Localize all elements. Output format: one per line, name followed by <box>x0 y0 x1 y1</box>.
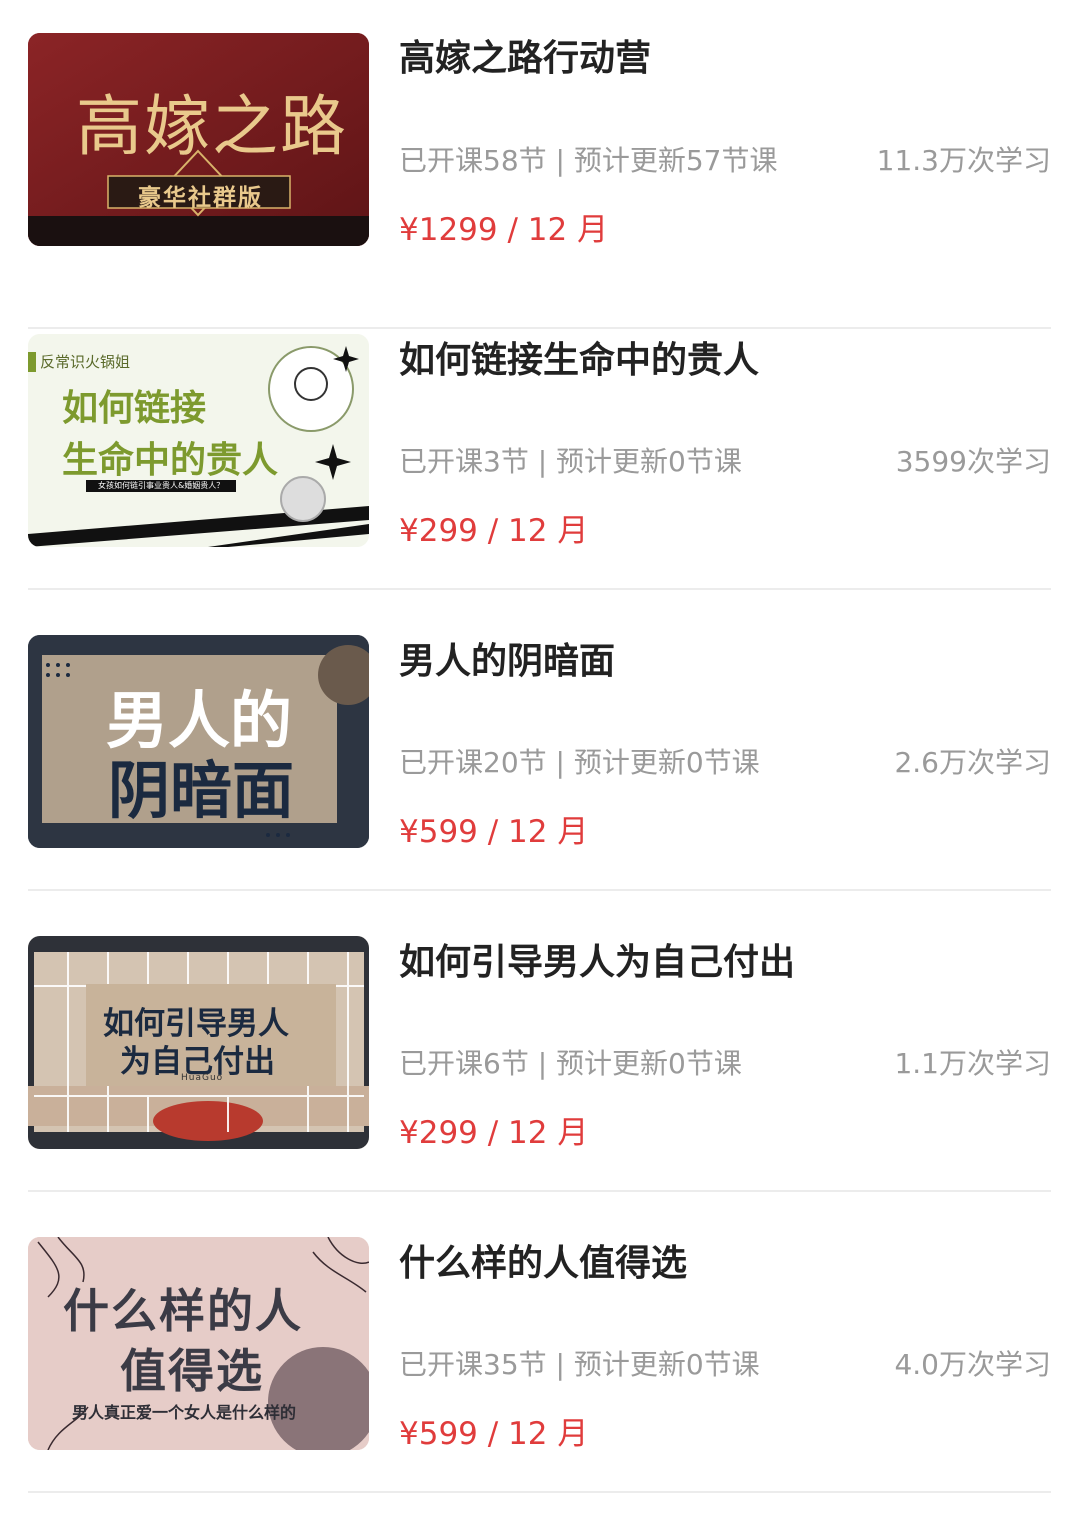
course-lesson-info: 已开课3节 | 预计更新0节课 <box>399 445 742 478</box>
course-item[interactable]: 反常识火锅姐 如何链接 生命中的贵人 女孩如何链引事业贵人&婚姻贵人？ 如何链接… <box>28 289 1051 590</box>
course-lesson-info: 已开课35节 | 预计更新0节课 <box>399 1348 760 1381</box>
course-thumbnail[interactable]: 反常识火锅姐 如何链接 生命中的贵人 女孩如何链引事业贵人&婚姻贵人？ <box>28 334 369 547</box>
course-thumbnail[interactable]: 男人的 阴暗面 <box>28 635 369 848</box>
course-price: ¥599 / 12 月 <box>399 1416 589 1452</box>
course-lesson-info: 已开课20节 | 预计更新0节课 <box>399 746 760 779</box>
course-thumbnail[interactable]: 什么样的人 值得选 男人真正爱一个女人是什么样的 <box>28 1237 369 1450</box>
thumbnail-subtitle: 值得选 <box>120 1344 264 1398</box>
course-item[interactable]: 如何引导男人 为自己付出 HuaGuo 如何引导男人为自己付出 已开课6节 | … <box>28 891 1051 1192</box>
thumbnail-subtitle: 阴暗面 <box>108 754 295 827</box>
course-learn-count: 1.1万次学习 <box>894 1047 1051 1080</box>
thumbnail-title: 什么样的人 <box>63 1284 303 1338</box>
divider <box>28 1491 1051 1493</box>
thumbnail-caption: HuaGuo <box>181 1073 224 1083</box>
course-price: ¥1299 / 12 月 <box>399 212 609 248</box>
course-title[interactable]: 什么样的人值得选 <box>399 1240 687 1288</box>
course-lesson-info: 已开课6节 | 预计更新0节课 <box>399 1047 742 1080</box>
thumbnail-subtitle: 生命中的贵人 <box>62 440 279 481</box>
thumbnail-tag: 反常识火锅姐 <box>40 353 131 371</box>
course-thumbnail[interactable]: 高嫁之路 豪华社群版 <box>28 33 369 246</box>
thumbnail-badge: 豪华社群版 <box>138 185 263 211</box>
course-learn-count: 11.3万次学习 <box>876 144 1051 177</box>
thumbnail-title: 高嫁之路 <box>76 88 348 165</box>
course-learn-count: 3599次学习 <box>895 445 1051 478</box>
course-learn-count: 4.0万次学习 <box>894 1348 1051 1381</box>
course-title[interactable]: 高嫁之路行动营 <box>399 35 651 83</box>
course-price: ¥299 / 12 月 <box>399 1115 589 1151</box>
course-title[interactable]: 如何引导男人为自己付出 <box>399 939 795 987</box>
thumbnail-caption: 男人真正爱一个女人是什么样的 <box>72 1403 297 1422</box>
course-title[interactable]: 如何链接生命中的贵人 <box>399 337 759 385</box>
course-learn-count: 2.6万次学习 <box>894 746 1051 779</box>
course-lesson-info: 已开课58节 | 预计更新57节课 <box>399 144 778 177</box>
course-price: ¥599 / 12 月 <box>399 814 589 850</box>
course-thumbnail[interactable]: 如何引导男人 为自己付出 HuaGuo <box>28 936 369 1149</box>
course-item[interactable]: 男人的 阴暗面 男人的阴暗面 已开课20节 | 预计更新0节课 2.6万次学习 … <box>28 590 1051 891</box>
thumbnail-caption: 女孩如何链引事业贵人&婚姻贵人？ <box>98 481 225 490</box>
course-price: ¥299 / 12 月 <box>399 513 589 549</box>
course-title[interactable]: 男人的阴暗面 <box>399 638 615 686</box>
course-item[interactable]: 高嫁之路 豪华社群版 高嫁之路行动营 已开课58节 | 预计更新57节课 11.… <box>28 28 1051 329</box>
thumbnail-title: 如何链接 <box>62 388 207 429</box>
course-item[interactable]: 什么样的人 值得选 男人真正爱一个女人是什么样的 什么样的人值得选 已开课35节… <box>28 1192 1051 1493</box>
